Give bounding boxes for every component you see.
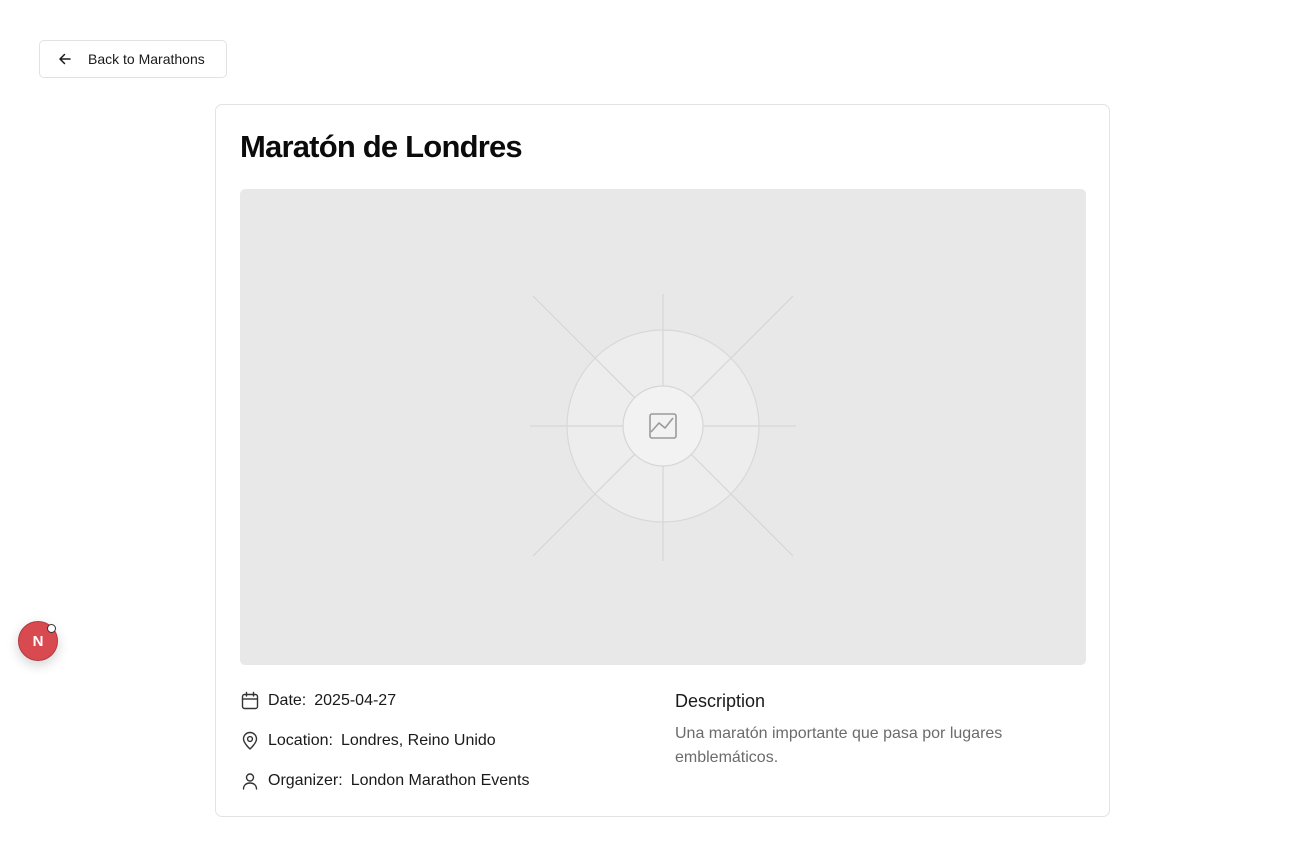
organizer-value: London Marathon Events (350, 772, 530, 789)
detail-organizer: Organizer: London Marathon Events (240, 769, 660, 793)
back-button-label: Back to Marathons (88, 51, 205, 67)
description-text: Una maratón importante que pasa por luga… (675, 725, 1003, 766)
map-pin-icon (240, 731, 260, 751)
marathon-image-placeholder (240, 189, 1086, 665)
location-value: Londres, Reino Unido (340, 732, 496, 749)
detail-date: Date: 2025-04-27 (240, 689, 660, 713)
dev-tools-badge[interactable]: N (18, 621, 58, 661)
marathon-card: Maratón de Londres Date: 2025-04-27 Loca… (215, 104, 1110, 817)
date-value: 2025-04-27 (314, 692, 397, 709)
detail-location: Location: Londres, Reino Unido (240, 729, 660, 753)
page: Back to Marathons Maratón de Londres Dat… (0, 0, 1310, 858)
dev-badge-letter: N (32, 632, 44, 650)
image-placeholder-graphic (530, 294, 796, 561)
location-label: Location: (268, 732, 333, 749)
user-icon (240, 771, 260, 791)
marathon-title: Maratón de Londres (240, 129, 523, 164)
description-heading: Description (675, 691, 766, 711)
organizer-label: Organizer: (268, 772, 343, 789)
marathon-description: Description Una maratón importante que p… (675, 691, 1075, 770)
calendar-icon (240, 691, 260, 711)
date-label: Date: (268, 692, 307, 709)
back-to-marathons-button[interactable]: Back to Marathons (39, 40, 227, 78)
marathon-details: Date: 2025-04-27 Location: Londres, Rein… (240, 689, 660, 809)
notification-dot-icon (47, 624, 56, 633)
arrow-left-icon (57, 51, 73, 67)
